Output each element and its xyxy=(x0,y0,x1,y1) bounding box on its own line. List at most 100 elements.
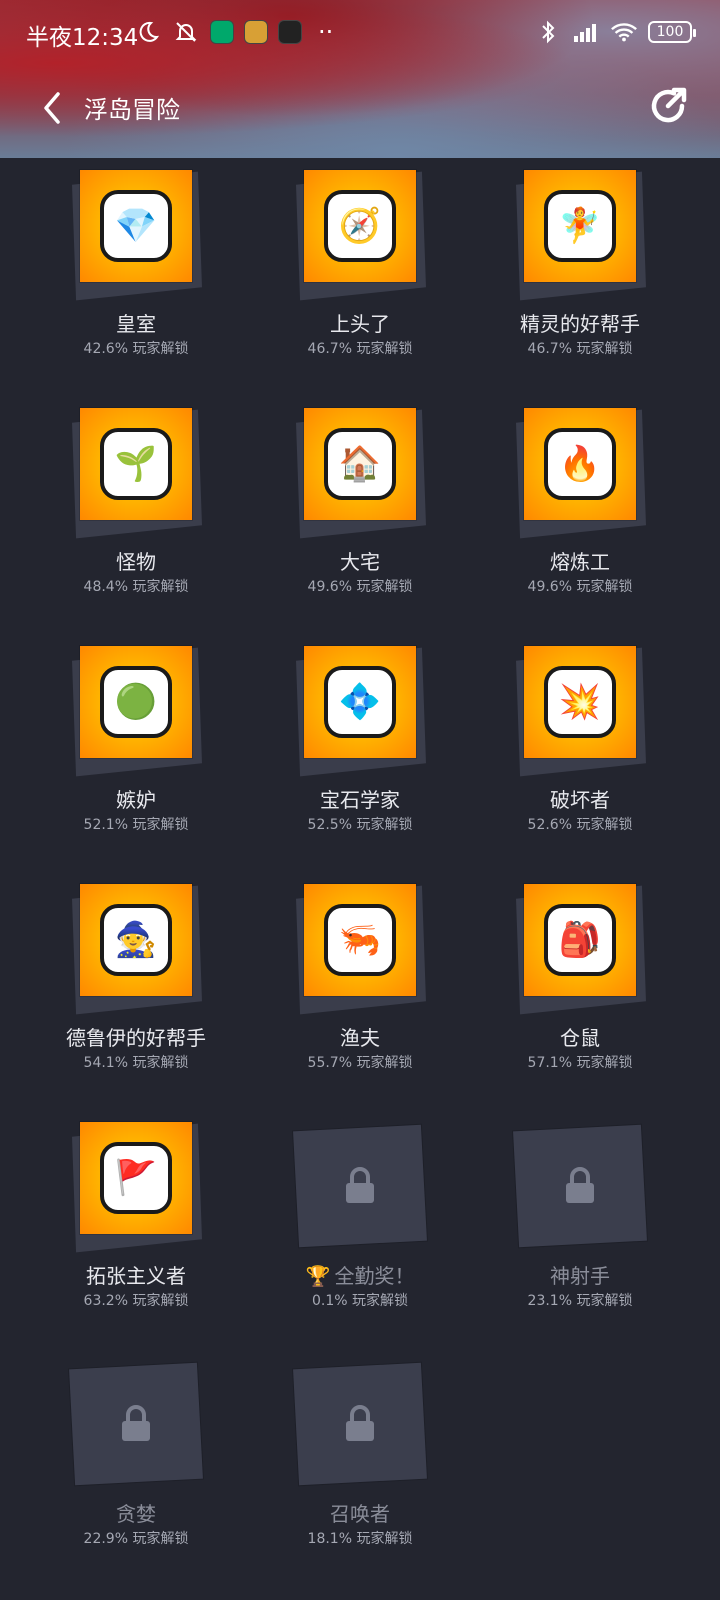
signal-icon xyxy=(572,18,600,46)
achievement-art: 🧙 xyxy=(80,884,192,996)
achievement-card[interactable]: 🧙 德鲁伊的好帮手 54.1% 玩家解锁 xyxy=(26,872,246,1102)
moon-icon xyxy=(134,18,162,46)
achievement-title: 召唤者 xyxy=(250,1498,470,1527)
achievement-tile xyxy=(66,1360,206,1486)
achievement-card[interactable]: 💥 破坏者 52.6% 玩家解锁 xyxy=(470,634,690,864)
unlock-rate: 0.1% 玩家解锁 xyxy=(311,1293,409,1309)
achievement-card[interactable]: 🟢 嫉妒 52.1% 玩家解锁 xyxy=(26,634,246,864)
achievement-title: 嫉妒 xyxy=(26,784,246,813)
nav-bar: 浮岛冒险 xyxy=(0,78,720,138)
achievement-card[interactable]: 🎒 仓鼠 57.1% 玩家解锁 xyxy=(470,872,690,1102)
unlock-rate: 46.7% 玩家解锁 xyxy=(527,341,633,357)
trophy-icon: 🏆 xyxy=(305,1264,331,1288)
unlock-rate: 23.1% 玩家解锁 xyxy=(527,1293,633,1309)
achievement-card[interactable]: 🧚 精灵的好帮手 46.7% 玩家解锁 xyxy=(470,158,690,388)
achievement-card[interactable]: 🔥 熔炼工 49.6% 玩家解锁 xyxy=(470,396,690,626)
header: 半夜12:34 ·· 100 浮岛冒险 xyxy=(0,0,720,158)
achievement-card[interactable]: 召唤者 18.1% 玩家解锁 xyxy=(250,1348,470,1578)
app-notification-icon xyxy=(244,20,268,44)
achievement-title: 🏆 全勤奖！ xyxy=(250,1260,470,1289)
achievement-title-text: 破坏者 xyxy=(550,788,610,812)
achievement-icon: 💠 xyxy=(324,666,396,738)
achievement-icon: 💥 xyxy=(544,666,616,738)
achievement-title-text: 德鲁伊的好帮手 xyxy=(66,1026,206,1050)
achievement-icon: 🦐 xyxy=(324,904,396,976)
unlock-rate: 63.2% 玩家解锁 xyxy=(83,1293,189,1309)
achievement-tile: 🚩 xyxy=(66,1122,206,1253)
achievement-card[interactable]: 神射手 23.1% 玩家解锁 xyxy=(470,1110,690,1340)
achievement-title: 仓鼠 xyxy=(470,1022,690,1051)
achievement-icon: 💎 xyxy=(100,190,172,262)
achievement-title-text: 皇室 xyxy=(116,312,156,336)
bluetooth-icon xyxy=(534,18,562,46)
achievement-title-text: 上头了 xyxy=(330,312,390,336)
achievement-art: 💥 xyxy=(524,646,636,758)
achievement-icon: 🔥 xyxy=(544,428,616,500)
achievement-title-text: 精灵的好帮手 xyxy=(520,312,640,336)
unlock-rate: 48.4% 玩家解锁 xyxy=(83,579,189,595)
achievement-art: 🏠 xyxy=(304,408,416,520)
achievement-title-text: 全勤奖！ xyxy=(334,1264,415,1288)
achievement-art: 💠 xyxy=(304,646,416,758)
achievement-card[interactable]: 🌱 怪物 48.4% 玩家解锁 xyxy=(26,396,246,626)
achievement-icon: 🟢 xyxy=(100,666,172,738)
achievement-title-text: 怪物 xyxy=(116,550,156,574)
achievement-card[interactable]: 贪婪 22.9% 玩家解锁 xyxy=(26,1348,246,1578)
achievement-art: 🔥 xyxy=(524,408,636,520)
unlock-rate: 46.7% 玩家解锁 xyxy=(307,341,413,357)
unlock-rate: 18.1% 玩家解锁 xyxy=(307,1531,413,1547)
locked-tile xyxy=(69,1362,203,1486)
share-button[interactable] xyxy=(644,82,692,130)
achievement-card[interactable]: 🧭 上头了 46.7% 玩家解锁 xyxy=(250,158,470,388)
achievement-tile: 🎒 xyxy=(510,884,650,1015)
achievement-card[interactable]: 🚩 拓张主义者 63.2% 玩家解锁 xyxy=(26,1110,246,1340)
unlock-rate: 57.1% 玩家解锁 xyxy=(527,1055,633,1071)
achievement-art: 🚩 xyxy=(80,1122,192,1234)
lock-icon xyxy=(346,1405,374,1441)
achievement-card[interactable]: 🦐 渔夫 55.7% 玩家解锁 xyxy=(250,872,470,1102)
share-icon xyxy=(651,87,687,123)
achievement-icon: 🚩 xyxy=(100,1142,172,1214)
achievement-art: 🟢 xyxy=(80,646,192,758)
achievement-tile: 💎 xyxy=(66,170,206,301)
wifi-icon xyxy=(610,18,638,46)
achievement-tile: 💠 xyxy=(290,646,430,777)
achievement-tile: 🌱 xyxy=(66,408,206,539)
app-notification-icon xyxy=(210,20,234,44)
back-button[interactable] xyxy=(36,86,76,130)
achievement-art: 🦐 xyxy=(304,884,416,996)
mute-bell-icon xyxy=(172,18,200,46)
achievement-card[interactable]: 💎 皇室 42.6% 玩家解锁 xyxy=(26,158,246,388)
achievement-card[interactable]: 🏠 大宅 49.6% 玩家解锁 xyxy=(250,396,470,626)
achievement-title: 拓张主义者 xyxy=(26,1260,246,1289)
achievement-title: 怪物 xyxy=(26,546,246,575)
unlock-rate: 42.6% 玩家解锁 xyxy=(83,341,189,357)
battery-indicator: 100 xyxy=(648,21,696,43)
lock-icon xyxy=(566,1167,594,1203)
achievement-tile: 🦐 xyxy=(290,884,430,1015)
achievement-title-text: 嫉妒 xyxy=(116,788,156,812)
chevron-left-icon xyxy=(44,92,60,124)
status-bar: 半夜12:34 ·· 100 xyxy=(0,0,720,66)
achievement-art: 💎 xyxy=(80,170,192,282)
status-icons-left: ·· xyxy=(134,18,333,46)
achievement-art: 🧚 xyxy=(524,170,636,282)
achievement-icon: 🧙 xyxy=(100,904,172,976)
achievement-card[interactable]: 🏆 全勤奖！ 0.1% 玩家解锁 xyxy=(250,1110,470,1340)
unlock-rate: 49.6% 玩家解锁 xyxy=(527,579,633,595)
achievement-icon: 🧚 xyxy=(544,190,616,262)
status-time: 半夜12:34 xyxy=(26,25,139,51)
achievement-tile: 🧭 xyxy=(290,170,430,301)
achievement-tile: 🧚 xyxy=(510,170,650,301)
achievement-card[interactable]: 💠 宝石学家 52.5% 玩家解锁 xyxy=(250,634,470,864)
app-notification-icon xyxy=(278,20,302,44)
achievement-title-text: 宝石学家 xyxy=(320,788,400,812)
achievement-title: 破坏者 xyxy=(470,784,690,813)
page-title: 浮岛冒险 xyxy=(84,96,180,124)
achievement-art: 🎒 xyxy=(524,884,636,996)
achievement-title-text: 拓张主义者 xyxy=(86,1264,186,1288)
achievement-title-text: 熔炼工 xyxy=(550,550,610,574)
achievement-title-text: 渔夫 xyxy=(340,1026,380,1050)
achievement-title-text: 召唤者 xyxy=(330,1502,390,1526)
achievement-tile: 💥 xyxy=(510,646,650,777)
